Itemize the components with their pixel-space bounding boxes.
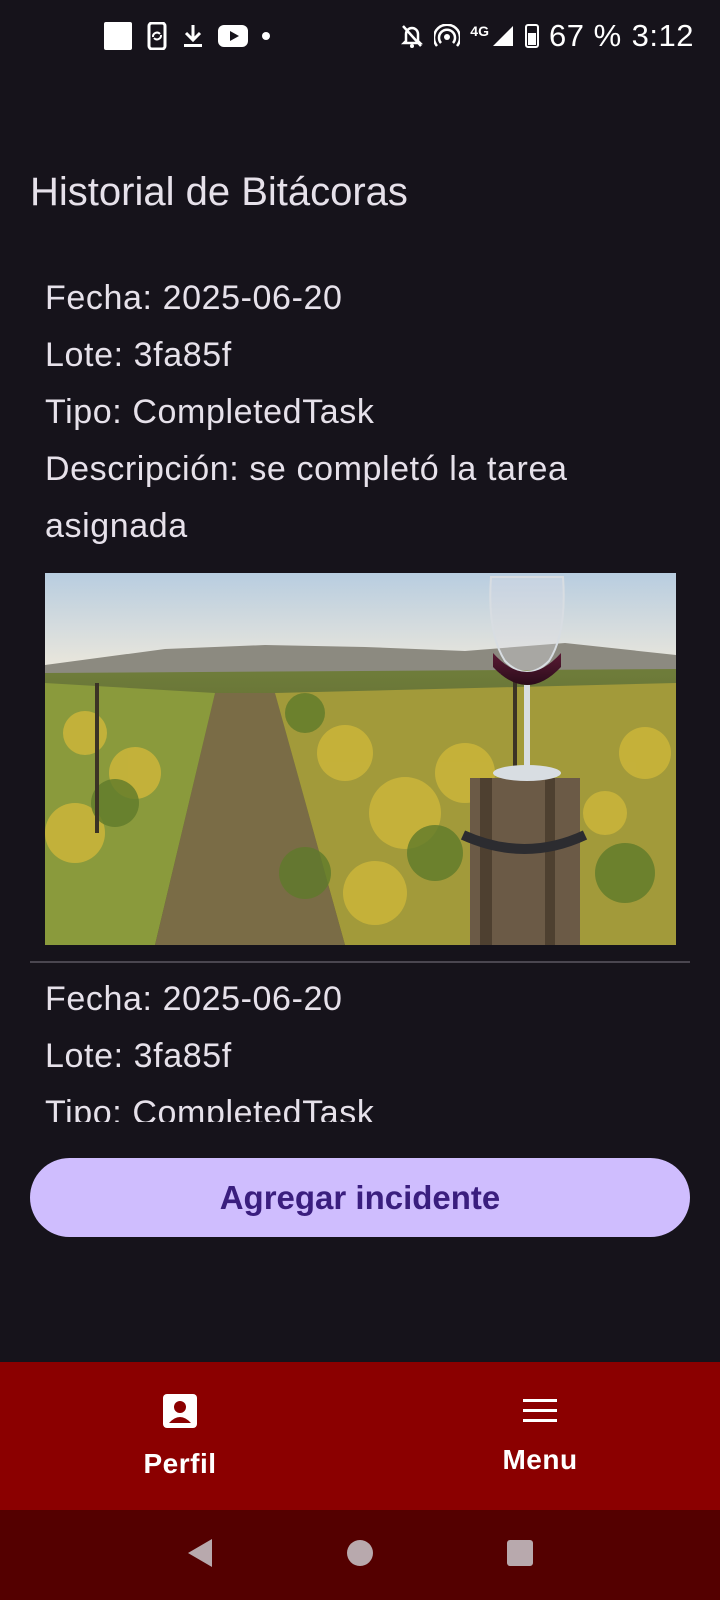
log-lot: Lote: 3fa85f — [45, 1037, 232, 1075]
clock: 3:12 — [631, 18, 694, 53]
bell-off-icon — [400, 23, 424, 49]
vineyard-photo — [45, 573, 676, 945]
dot-icon — [262, 32, 270, 40]
back-icon[interactable] — [186, 1538, 214, 1573]
download-icon — [182, 23, 204, 49]
log-type: Tipo: CompletedTask — [45, 393, 375, 431]
phone-sync-icon — [146, 22, 168, 50]
youtube-icon — [218, 25, 248, 47]
network-type-label: 4G — [470, 23, 489, 39]
page-title: Historial de Bitácoras — [30, 170, 408, 214]
log-type: Tipo: CompletedTask — [45, 1094, 375, 1122]
battery-icon — [524, 24, 539, 48]
nav-label-profile: Perfil — [143, 1447, 217, 1479]
log-date: Fecha: 2025-06-20 — [45, 980, 343, 1018]
signal-icon — [491, 24, 515, 48]
log-entry[interactable]: Fecha: 2025-06-20 Lote: 3fa85f Tipo: Com… — [30, 270, 690, 945]
divider — [30, 961, 690, 963]
status-notifications — [104, 20, 270, 52]
recents-icon[interactable] — [506, 1539, 534, 1572]
add-incident-button[interactable]: Agregar incidente — [30, 1158, 690, 1237]
log-lot: Lote: 3fa85f — [45, 336, 232, 374]
log-description: Descripción: se completó la tarea asigna… — [45, 450, 568, 545]
battery-percentage: 67 % — [548, 18, 622, 53]
bottom-nav: Perfil Menu — [0, 1362, 720, 1510]
square-notification-icon — [104, 22, 132, 50]
status-system: 4G 67 % 3:12 — [400, 16, 694, 56]
status-bar: 4G 67 % 3:12 — [0, 0, 720, 72]
nav-item-menu[interactable]: Menu — [360, 1362, 720, 1510]
nav-item-profile[interactable]: Perfil — [0, 1362, 360, 1510]
hotspot-icon — [434, 24, 461, 48]
menu-icon — [522, 1397, 558, 1430]
nav-label-menu: Menu — [502, 1443, 578, 1475]
log-date: Fecha: 2025-06-20 — [45, 279, 343, 317]
log-entry[interactable]: Fecha: 2025-06-20 Lote: 3fa85f Tipo: Com… — [30, 971, 690, 1122]
system-nav-bar — [0, 1510, 720, 1600]
profile-icon — [162, 1393, 198, 1434]
home-icon[interactable] — [346, 1539, 374, 1572]
log-list[interactable]: Fecha: 2025-06-20 Lote: 3fa85f Tipo: Com… — [30, 270, 690, 1122]
